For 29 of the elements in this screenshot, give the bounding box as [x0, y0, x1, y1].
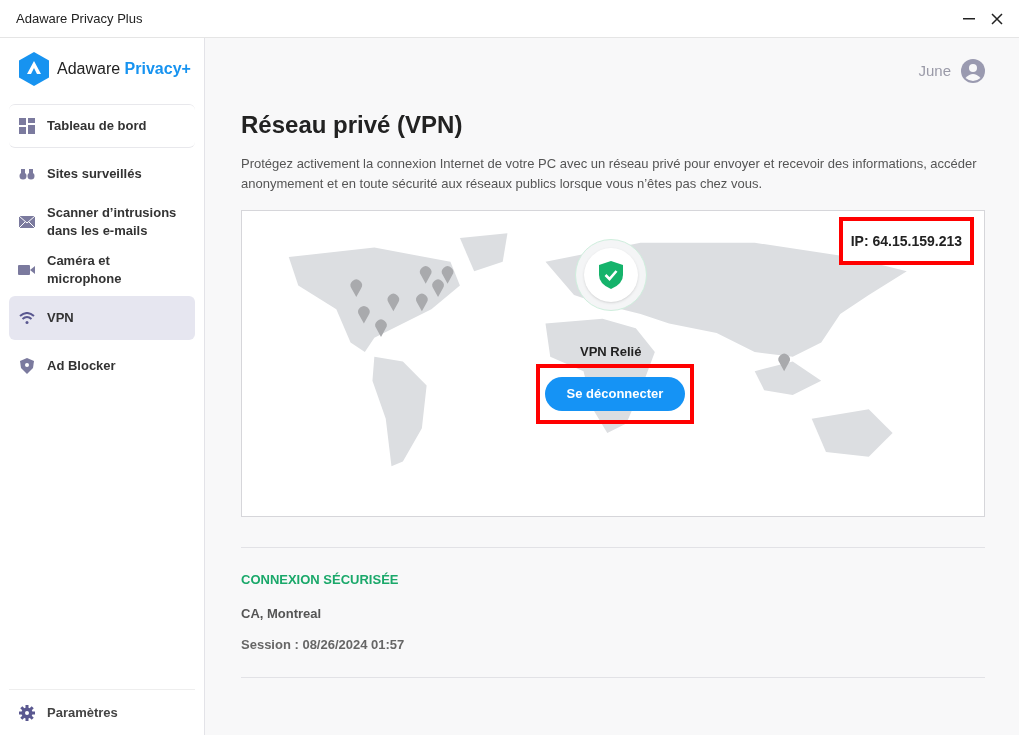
logo-icon	[19, 52, 49, 86]
connection-location: CA, Montreal	[241, 604, 323, 623]
session-time: Session : 08/26/2024 01:57	[241, 636, 406, 654]
sidebar-item[interactable]: Ad Blocker	[9, 344, 195, 388]
sidebar-item[interactable]: Scanner d’intrusions dans les e-mails	[9, 200, 195, 244]
sidebar-item[interactable]: Tableau de bord	[9, 104, 195, 148]
page-description: Protégez activement la connexion Internet de votre PC avec un réseau privé pour envoyer et recevoir des informations, accéder anonymement et en toute sécurité aux réseaux publics lorsque vous n’êtes pas chez vous.	[241, 155, 978, 193]
sidebar-item[interactable]: Sites surveillés	[9, 152, 195, 196]
envelope-icon	[18, 216, 35, 228]
shield-icon	[19, 358, 34, 374]
wifi-icon	[18, 312, 35, 324]
sidebar-item[interactable]: Caméra et microphone	[9, 248, 195, 292]
video-camera-icon	[18, 264, 35, 276]
gear-icon	[19, 704, 35, 721]
shield-check-icon	[599, 261, 623, 289]
binoculars-icon	[18, 168, 35, 180]
window-title: Adaware Privacy Plus	[16, 9, 143, 28]
user-avatar-icon[interactable]	[961, 59, 985, 83]
dashboard-icon	[18, 118, 35, 134]
ip-address: IP: 64.15.159.213	[850, 233, 962, 249]
close-icon[interactable]	[991, 12, 1003, 25]
sidebar-item[interactable]: VPN	[9, 296, 195, 340]
page-title: Réseau privé (VPN)	[241, 110, 464, 140]
minimize-icon[interactable]	[963, 17, 975, 20]
app-logo-text: Adaware Privacy+	[57, 59, 191, 79]
vpn-status: VPN Relié	[580, 343, 642, 361]
settings-item[interactable]: Paramètres	[9, 689, 195, 735]
user-name: June	[918, 60, 951, 81]
connection-heading: CONNEXION SÉCURISÉE	[241, 571, 400, 589]
